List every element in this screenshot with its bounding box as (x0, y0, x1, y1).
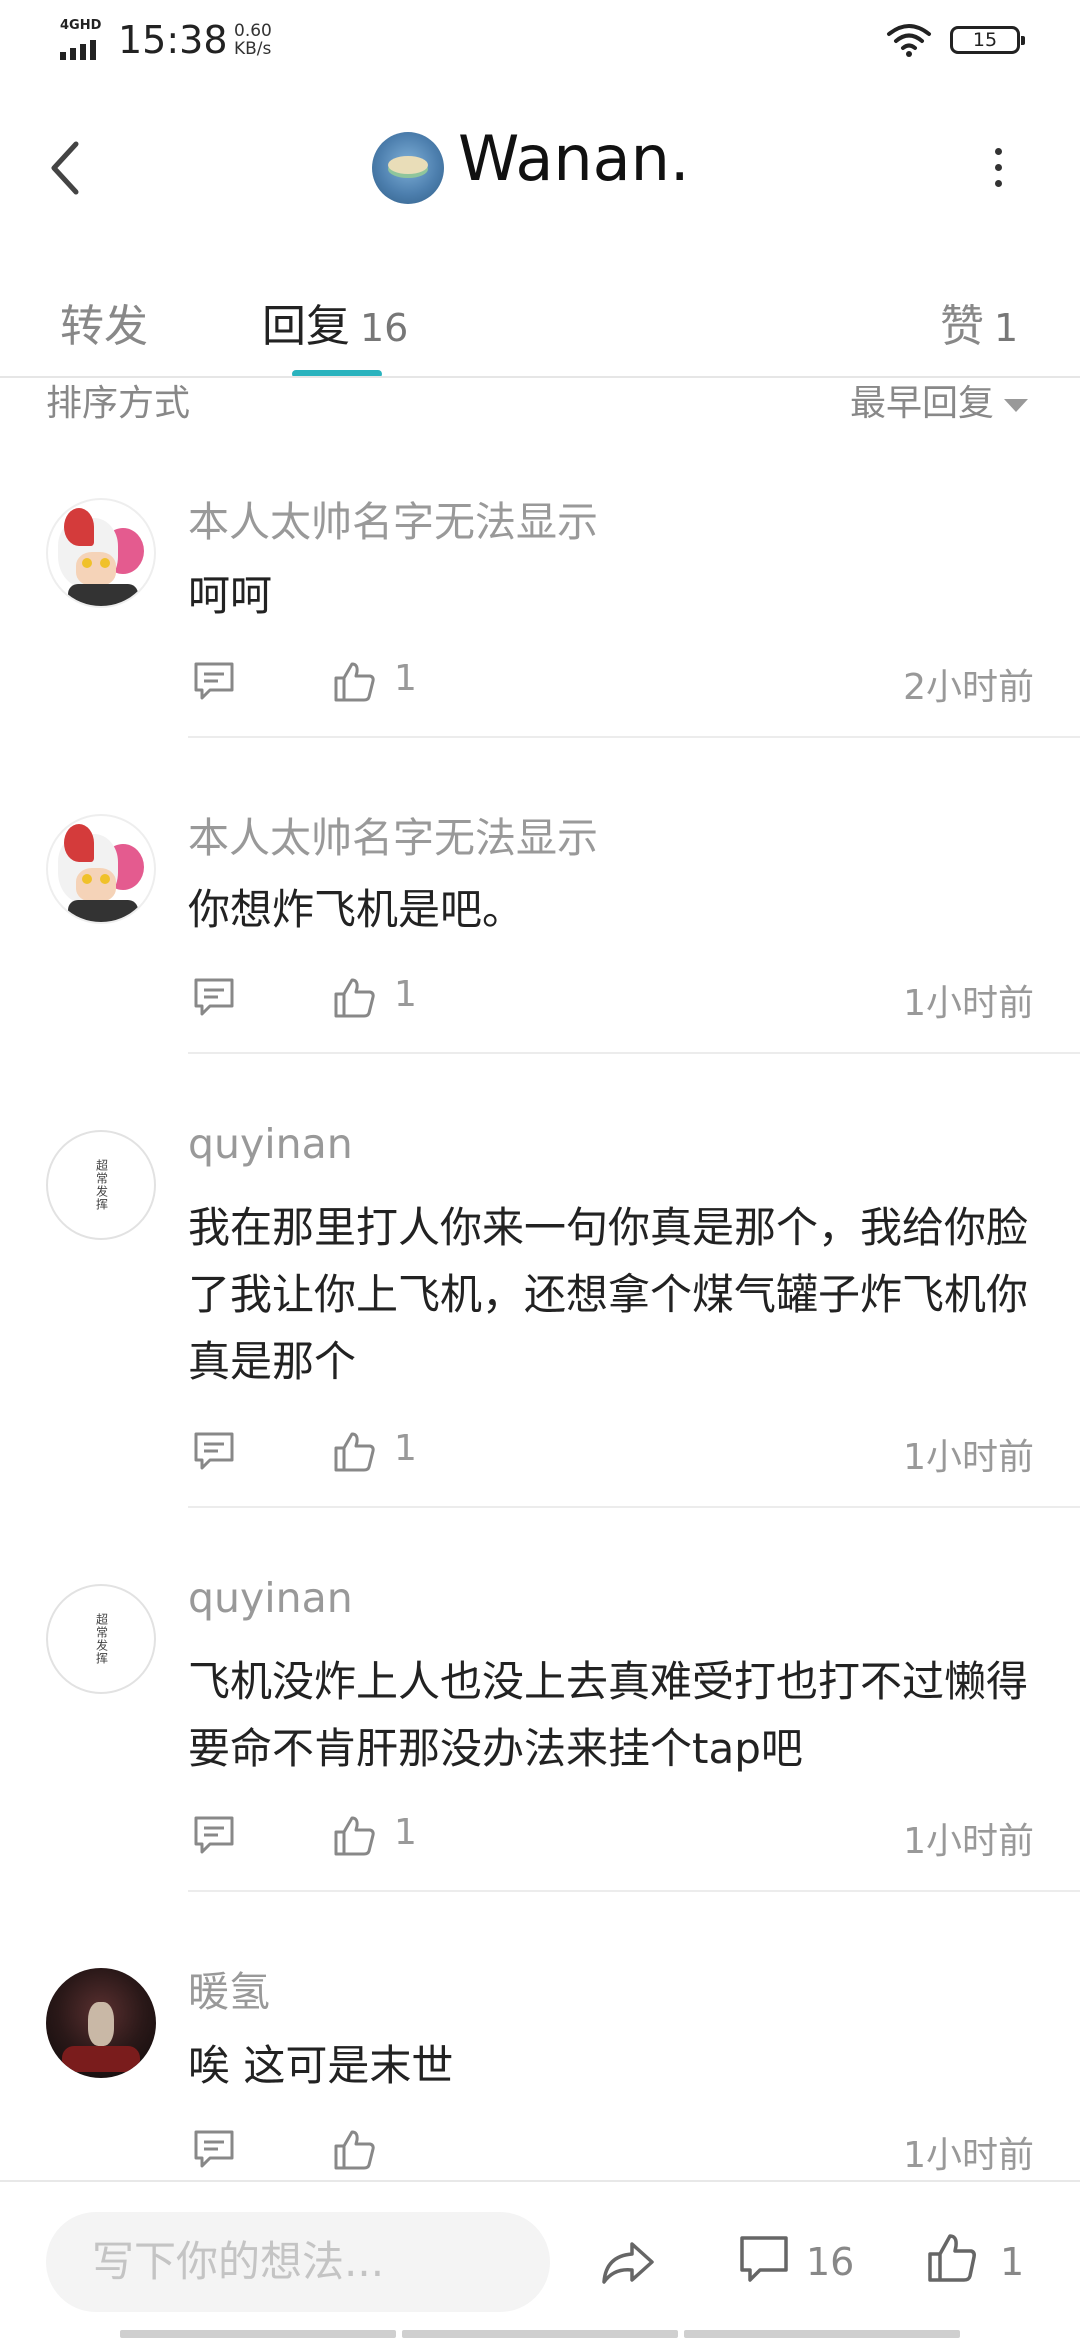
speed-value: 0.60 (234, 21, 272, 41)
reply-icon[interactable] (192, 1814, 236, 1858)
comment-time: 1小时前 (903, 2135, 1034, 2176)
comment-text: 我在那里打人你来一句你真是那个，我给你脸了我让你上飞机，还想拿个煤气罐子炸飞机你… (188, 1203, 1029, 1386)
author-avatar[interactable] (372, 132, 444, 204)
comment-time: 1小时前 (903, 1821, 1034, 1862)
reply-icon[interactable] (192, 660, 236, 704)
comment-time: 1小时前 (903, 1437, 1034, 1478)
reply-icon[interactable] (192, 1430, 236, 1474)
like-icon[interactable] (332, 1430, 376, 1474)
status-time: 15:38 (118, 18, 228, 62)
tab-label: 回复 (262, 301, 350, 352)
comment-username[interactable]: quyinan (188, 1120, 353, 1168)
network-speed: 0.60 KB/s (234, 22, 272, 58)
comment-icon[interactable] (738, 2234, 790, 2286)
comment-text: 唉 这可是末世 (188, 2041, 454, 2090)
back-icon[interactable] (46, 138, 86, 198)
caret-down-icon (1004, 398, 1028, 412)
wifi-icon (887, 24, 931, 57)
tab-count: 16 (360, 306, 409, 350)
like-count: 1 (394, 974, 417, 1015)
like-icon[interactable] (332, 1814, 376, 1858)
avatar[interactable]: 超常发挥 (46, 1584, 156, 1694)
like-icon[interactable] (926, 2232, 978, 2284)
bottom-action-bar: 写下你的想法... 16 1 (0, 2180, 1080, 2342)
comment-username[interactable]: 暖氢 (188, 1958, 270, 2018)
like-count: 1 (394, 658, 417, 699)
tab-like[interactable]: 赞1 (940, 290, 1018, 354)
avatar[interactable]: 超常发挥 (46, 1130, 156, 1240)
like-icon[interactable] (332, 976, 376, 1020)
comment-input[interactable]: 写下你的想法... (46, 2212, 550, 2312)
gesture-bar (120, 2330, 960, 2338)
avatar[interactable] (46, 814, 156, 924)
like-icon[interactable] (332, 2128, 376, 2172)
signal-icon: 4GHD (58, 18, 108, 60)
tab-count: 1 (994, 306, 1019, 350)
speed-unit: KB/s (234, 39, 272, 59)
sort-label: 排序方式 (46, 383, 191, 424)
comment-time: 1小时前 (903, 983, 1034, 1024)
share-icon[interactable] (598, 2238, 658, 2288)
like-icon[interactable] (332, 660, 376, 704)
status-bar: 4GHD 15:38 0.60 KB/s 15 (0, 0, 1080, 80)
tab-label: 赞 (940, 301, 984, 352)
network-type: 4GHD (60, 18, 102, 33)
reply-icon[interactable] (192, 2128, 236, 2172)
divider (188, 1506, 1080, 1508)
comment-time: 2小时前 (903, 667, 1034, 708)
comment-count: 16 (806, 2240, 855, 2284)
divider (188, 1052, 1080, 1054)
sort-dropdown[interactable]: 最早回复 (850, 374, 1028, 426)
tab-label: 转发 (60, 301, 148, 352)
avatar[interactable] (46, 498, 156, 608)
comment-text: 呵呵 (188, 571, 273, 620)
reply-icon[interactable] (192, 976, 236, 1020)
sort-value: 最早回复 (849, 383, 994, 424)
battery-icon: 15 (950, 26, 1025, 54)
like-count: 1 (394, 1812, 417, 1853)
comment-username[interactable]: quyinan (188, 1574, 353, 1622)
comment-text: 飞机没炸上人也没上去真难受打也打不过懒得要命不肯肝那没办法来挂个tap吧 (188, 1657, 1029, 1773)
divider (188, 1890, 1080, 1892)
tab-forward[interactable]: 转发 (60, 290, 148, 354)
comment-username[interactable]: 本人太帅名字无法显示 (188, 488, 598, 548)
divider (188, 736, 1080, 738)
comment-text: 你想炸飞机是吧。 (188, 885, 525, 934)
like-count: 1 (1000, 2240, 1025, 2284)
comment-username[interactable]: 本人太帅名字无法显示 (188, 804, 598, 864)
avatar-text: 超常发挥 (94, 1159, 109, 1211)
tab-reply[interactable]: 回复 16 (262, 290, 408, 354)
avatar-text: 超常发挥 (94, 1613, 109, 1665)
page-title[interactable]: Wanan. (458, 122, 690, 195)
avatar[interactable] (46, 1968, 156, 2078)
more-options-icon[interactable] (992, 148, 1004, 190)
like-count: 1 (394, 1428, 417, 1469)
